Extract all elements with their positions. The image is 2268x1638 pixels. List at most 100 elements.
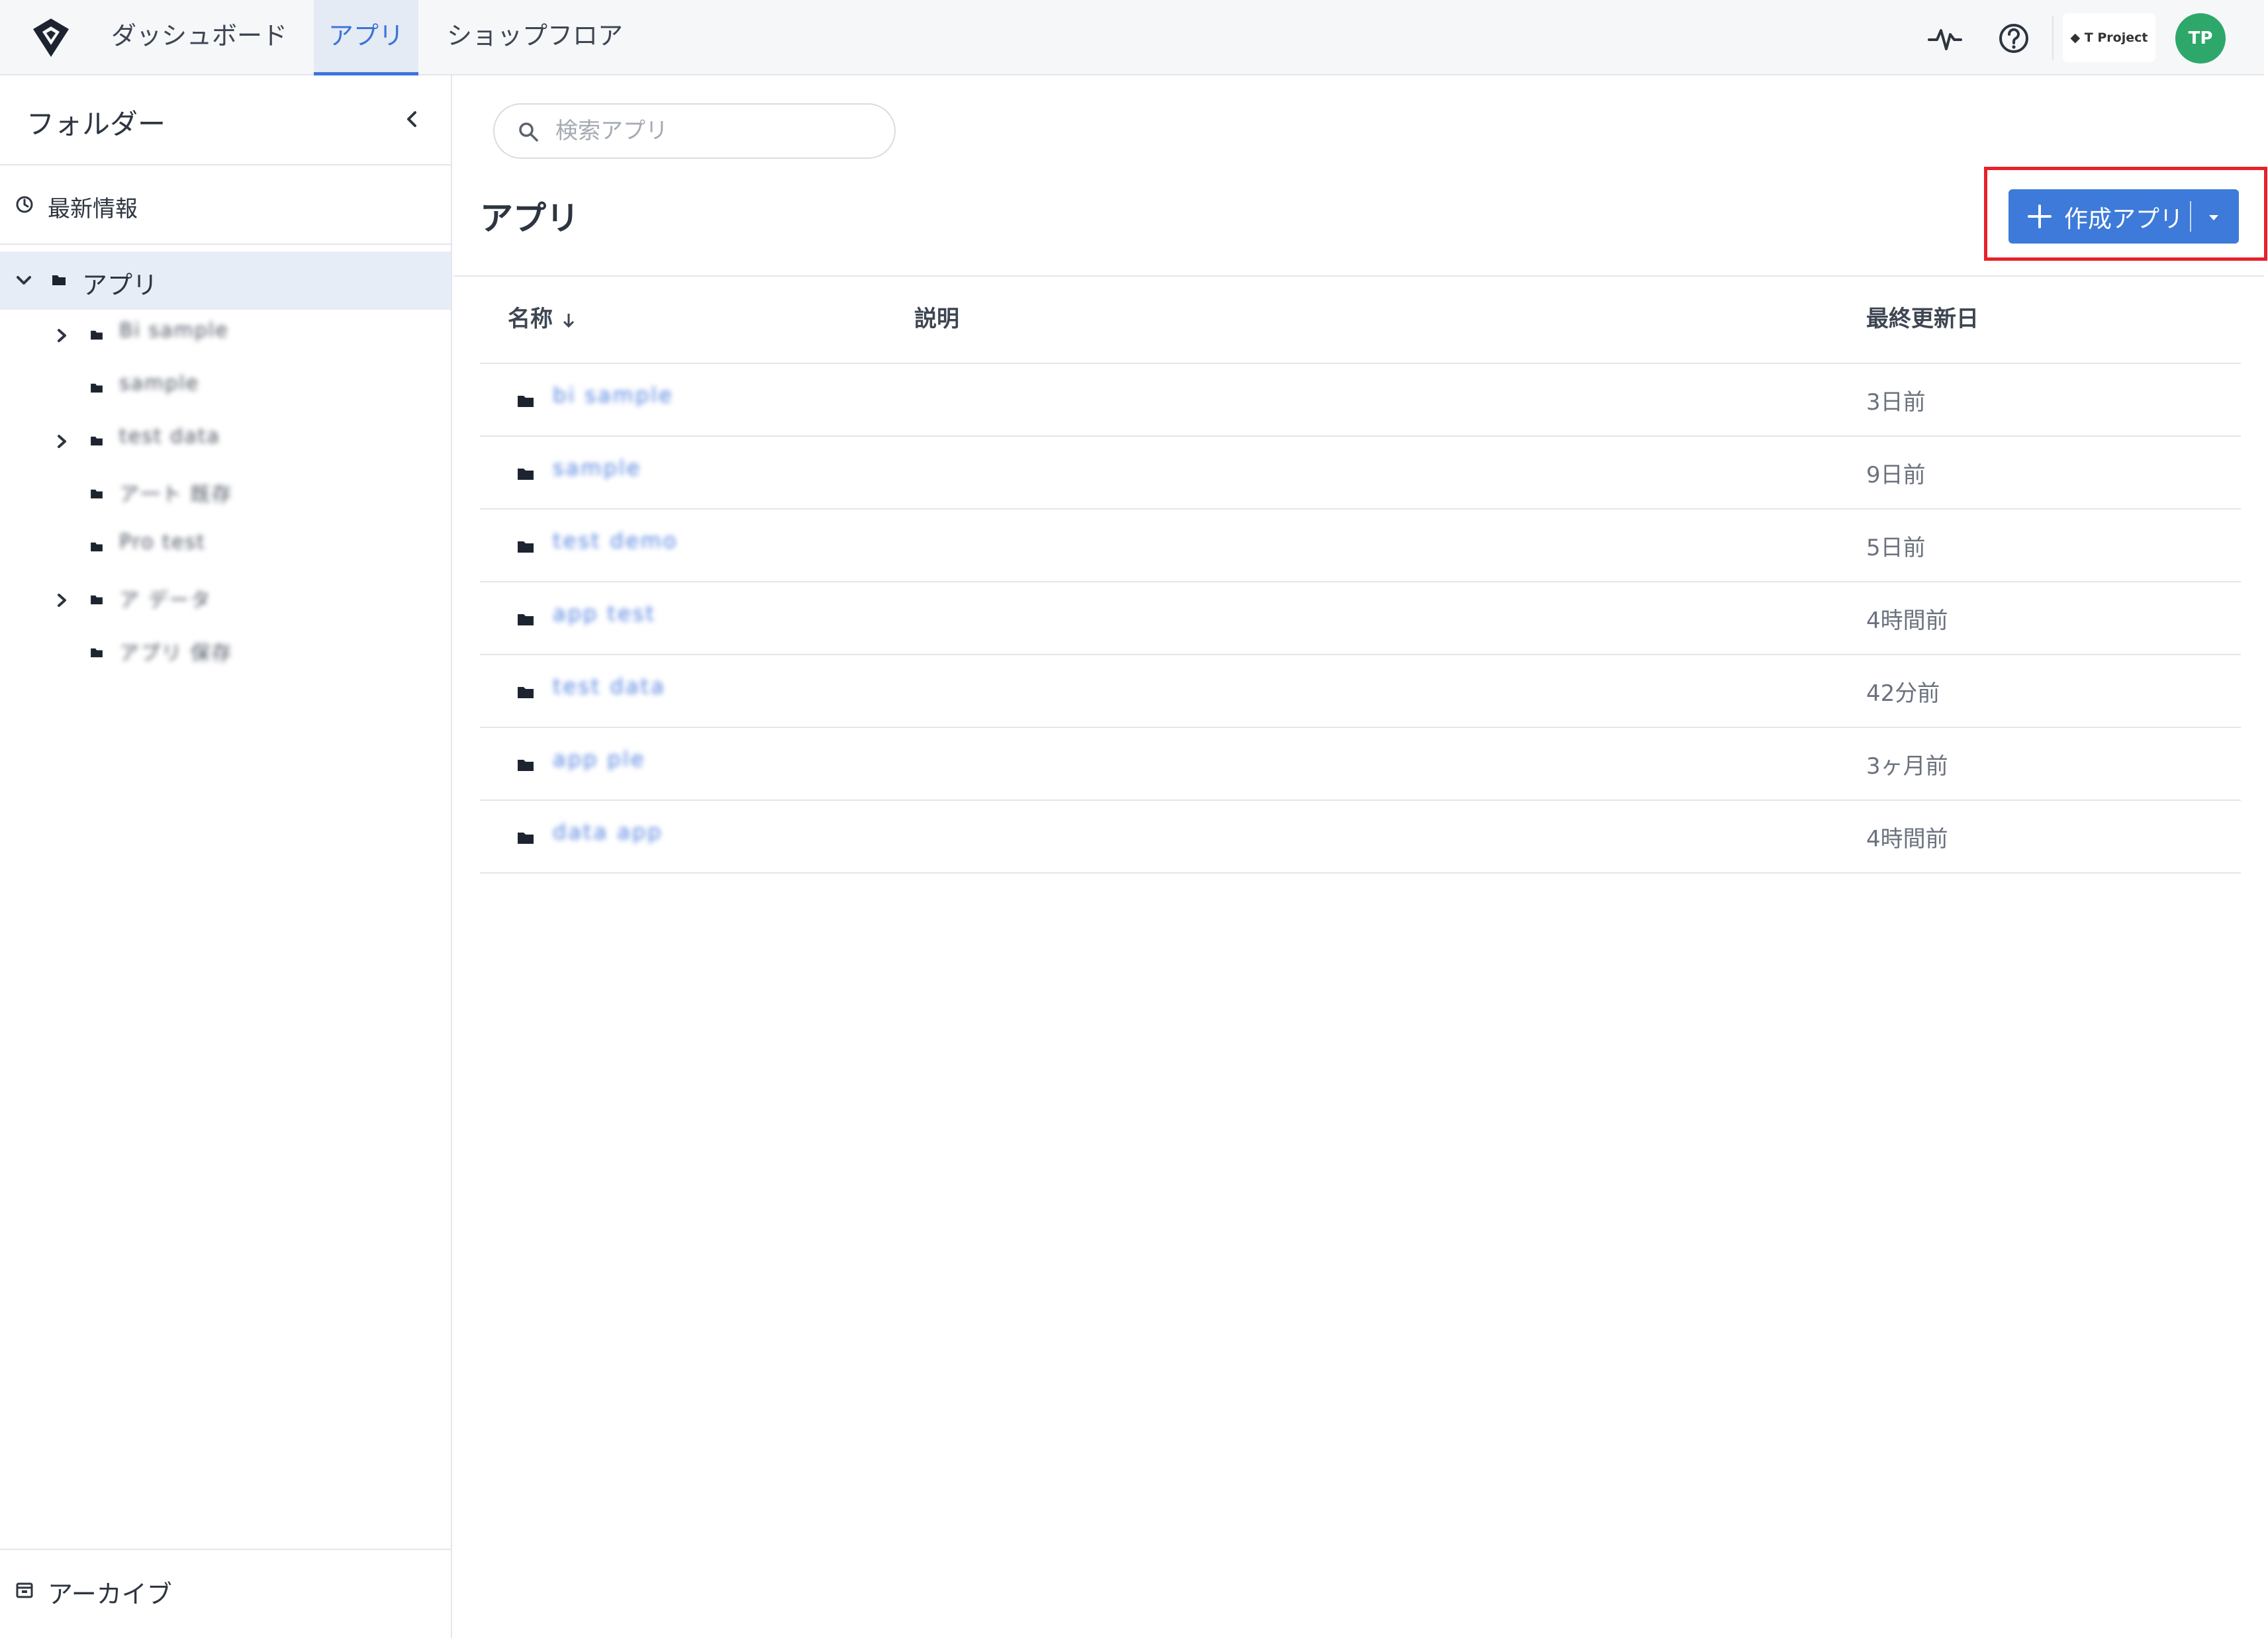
- chevron-down-icon[interactable]: [13, 270, 34, 291]
- column-header-description[interactable]: 説明: [914, 278, 959, 363]
- help-icon[interactable]: [1995, 20, 2032, 57]
- workspace-logo-icon: ◆: [2070, 30, 2085, 45]
- search-input[interactable]: [555, 114, 873, 148]
- table-row[interactable]: sample 9日前: [480, 435, 2241, 507]
- folder-icon: [518, 614, 534, 625]
- sidebar-header: フォルダー: [0, 75, 451, 165]
- clock-icon: [16, 196, 33, 213]
- page-title: アプリ: [480, 199, 579, 238]
- search-box[interactable]: [493, 103, 896, 159]
- folder-icon: [518, 833, 534, 844]
- row-name-link[interactable]: data app: [553, 819, 663, 844]
- table-row[interactable]: app ple 3ヶ月前: [480, 727, 2241, 798]
- sidebar-folder-label: test data: [119, 425, 220, 448]
- folder-sidebar: フォルダー 最新情報 アプリ Bi sample sample test dat…: [0, 75, 452, 1638]
- app-logo-icon[interactable]: [30, 17, 71, 58]
- workspace-label: T Project: [2084, 30, 2148, 45]
- row-updated: 4時間前: [1866, 608, 1948, 634]
- avatar-initials: TP: [2188, 28, 2213, 48]
- folder-icon: [91, 330, 103, 340]
- nav-tab-shopfloor[interactable]: ショップフロア: [442, 0, 628, 75]
- row-updated: 3ヶ月前: [1866, 753, 1948, 780]
- sidebar-folder-label: Bi sample: [119, 319, 229, 342]
- plus-icon: [2028, 205, 2052, 228]
- table-bottom-divider: [480, 872, 2241, 874]
- sidebar-item-archive[interactable]: アーカイブ: [0, 1549, 451, 1638]
- chevron-right-icon[interactable]: [52, 326, 71, 345]
- sidebar-folder-item[interactable]: Bi sample: [0, 310, 451, 363]
- folder-icon: [518, 760, 534, 771]
- column-header-label: 最終更新日: [1866, 306, 1979, 332]
- sidebar-title: フォルダー: [26, 108, 166, 140]
- row-updated: 42分前: [1866, 680, 1940, 707]
- sidebar-folder-item[interactable]: アプリ 保存: [0, 627, 451, 680]
- nav-tab-dashboard[interactable]: ダッシュボード: [111, 0, 287, 75]
- folder-icon: [91, 595, 103, 605]
- sidebar-folder-item[interactable]: Pro test: [0, 522, 451, 574]
- create-app-label: 作成アプリ: [2064, 206, 2184, 233]
- chevron-left-icon[interactable]: [397, 105, 426, 134]
- row-updated: 3日前: [1866, 389, 1926, 416]
- column-header-label: 説明: [914, 306, 959, 332]
- topbar-divider: [2052, 16, 2054, 60]
- row-name-link[interactable]: sample: [553, 455, 641, 480]
- sidebar-folder-item[interactable]: sample: [0, 363, 451, 416]
- table-row[interactable]: data app 4時間前: [480, 799, 2241, 871]
- workspace-switcher[interactable]: ◆ T Project: [2063, 13, 2155, 62]
- folder-icon: [518, 541, 534, 553]
- row-updated: 5日前: [1866, 535, 1926, 561]
- sidebar-item-apps-root[interactable]: アプリ: [0, 251, 451, 310]
- table-row[interactable]: test demo 5日前: [480, 508, 2241, 580]
- table-row[interactable]: test data 42分前: [480, 654, 2241, 725]
- nav-tab-apps[interactable]: アプリ: [314, 0, 418, 75]
- avatar[interactable]: TP: [2175, 13, 2226, 64]
- search-icon: [519, 122, 538, 142]
- activity-icon[interactable]: [1926, 20, 1963, 57]
- arrow-down-icon: [563, 313, 575, 328]
- sidebar-folder-item[interactable]: test data: [0, 416, 451, 469]
- sidebar-folder-label: アプリ 保存: [119, 642, 233, 665]
- caret-down-icon[interactable]: [2204, 209, 2223, 225]
- button-divider: [2190, 201, 2191, 232]
- row-name-link[interactable]: app ple: [553, 747, 645, 772]
- chevron-right-icon[interactable]: [52, 590, 71, 610]
- row-name-link[interactable]: test demo: [553, 528, 678, 553]
- row-updated: 9日前: [1866, 462, 1926, 488]
- archive-icon: [16, 1582, 33, 1598]
- folder-icon: [91, 648, 103, 658]
- top-navigation-bar: ダッシュボード アプリ ショップフロア ◆ T Project TP: [0, 0, 2264, 75]
- folder-icon: [91, 383, 103, 393]
- folder-icon: [91, 542, 103, 552]
- sidebar-folder-label: sample: [119, 372, 200, 395]
- sidebar-item-label: アプリ: [82, 271, 158, 300]
- folder-icon: [518, 687, 534, 698]
- sidebar-item-label: アーカイブ: [48, 1580, 172, 1609]
- column-header-label: 名称: [508, 306, 553, 332]
- sidebar-item-label: 最新情報: [48, 196, 138, 222]
- main-content: アプリ 作成アプリ 名称 説明 最終更新日 bi sample 3日前: [453, 75, 2267, 1638]
- chevron-right-icon[interactable]: [52, 432, 71, 451]
- nav-tab-label: ショップフロア: [446, 21, 623, 50]
- folder-icon: [91, 489, 103, 499]
- sidebar-folder-item[interactable]: ア一ト 既存: [0, 469, 451, 522]
- table-row[interactable]: app test 4時間前: [480, 581, 2241, 653]
- sidebar-item-recent[interactable]: 最新情報: [0, 167, 451, 245]
- row-updated: 4時間前: [1866, 826, 1948, 852]
- folder-icon: [518, 396, 534, 407]
- column-header-updated[interactable]: 最終更新日: [1866, 278, 1979, 363]
- row-name-link[interactable]: app test: [553, 601, 656, 626]
- sidebar-folder-label: ア一ト 既存: [119, 483, 233, 506]
- sidebar-folder-label: Pro test: [119, 531, 206, 554]
- row-name-link[interactable]: bi sample: [553, 383, 674, 408]
- row-name-link[interactable]: test data: [553, 674, 666, 699]
- header-divider: [453, 275, 2264, 277]
- create-app-button[interactable]: 作成アプリ: [2008, 189, 2239, 244]
- sidebar-folder-label: ア データ: [119, 589, 212, 612]
- sidebar-folder-item[interactable]: ア データ: [0, 574, 451, 627]
- table-row[interactable]: bi sample 3日前: [480, 363, 2241, 434]
- column-header-name[interactable]: 名称: [508, 278, 578, 363]
- folder-icon: [518, 469, 534, 480]
- nav-tab-label: ダッシュボード: [111, 21, 288, 50]
- folder-icon: [52, 275, 66, 285]
- folder-icon: [91, 436, 103, 446]
